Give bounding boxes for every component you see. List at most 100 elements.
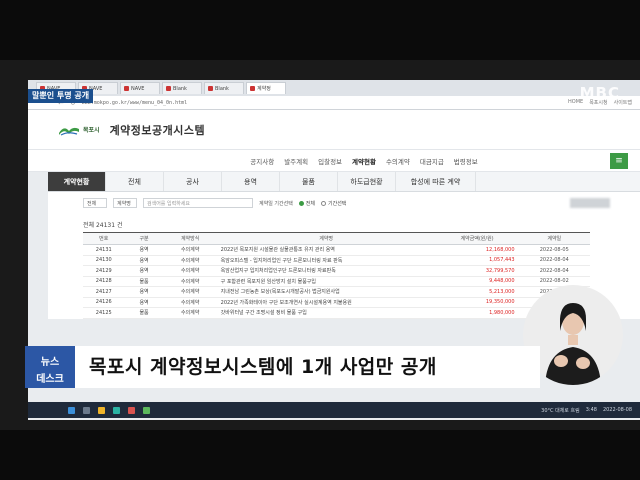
browser-tab[interactable]: NAVE [120,82,160,94]
result-count: 전체 24131 건 [48,214,640,232]
radio-all[interactable]: 전체 [298,200,315,207]
radio-checked-icon [298,200,304,206]
browser-tab-active[interactable]: 계약정 [246,82,286,94]
hamburger-icon[interactable]: ≡ [610,153,628,169]
cell-method: 수의계약 [163,286,217,298]
table-row[interactable]: 24127 용역 수의계약 지내전남 그린농촌 보상(목포도시개발공사) 법금지… [83,286,590,298]
tab-label: 계약정 [257,86,271,92]
search-input[interactable]: 검색어를 입력하세요 [143,198,253,208]
mokpo-logo-icon [59,127,79,136]
badge-line-1: 뉴스 [40,357,60,368]
cell-number: 24131 [83,244,125,256]
menu-item-private-contract[interactable]: 수의계약 [386,156,410,166]
site-title: 계약정보공개시스템 [109,123,206,137]
cell-number: 24130 [83,255,125,266]
cell-contract-name[interactable]: 갓바위터널 구간 조명시설 정비 물품 구입 [216,307,436,319]
cell-method: 수의계약 [163,244,217,256]
cell-amount: 19,350,000 [435,297,519,308]
cell-date: 2022-08-05 [518,244,590,256]
menu-item-payment[interactable]: 대금지급 [420,156,444,166]
windows-start-icon[interactable] [68,406,75,414]
address-bar: ← ↻ www.mokpo.go.kr/www/menu_04_0n.html … [28,96,640,110]
folder-icon[interactable] [98,406,105,414]
clock-time: 3:48 [585,407,597,413]
subtab-service[interactable]: 용역 [222,172,280,191]
cell-method: 수의계약 [163,297,217,308]
column-header: 계약명 [216,232,436,245]
logo-text: 목포시 [83,127,100,134]
subtab-construction[interactable]: 공사 [164,172,222,191]
cell-amount: 5,213,000 [435,286,519,298]
favicon-icon [250,86,255,91]
contract-table: 번호 구분 계약방식 계약명 계약금액(원/원) 계약일 24131 용역 수의… [83,232,590,319]
radio-label: 전체 [305,200,315,207]
category-select[interactable]: 전체 [83,198,107,208]
radio-unchecked-icon [321,200,326,206]
cell-method: 수의계약 [163,265,217,277]
field-select[interactable]: 계약명 [113,198,137,208]
cell-method: 수의계약 [163,276,217,287]
table-row[interactable]: 24125 물품 수의계약 갓바위터널 구간 조명시설 정비 물품 구입 1,9… [83,307,590,319]
search-icon[interactable] [83,406,90,414]
cell-type: 용역 [124,286,164,298]
subtab-combined[interactable]: 합성에 따른 계약 [396,172,476,191]
table-row[interactable]: 24131 용역 수의계약 2022년 목포지원 시설물관 실물관통조 유지 관… [83,244,590,256]
cell-amount: 32,799,570 [435,265,519,277]
cell-contract-name[interactable]: 구 포함관련 목포지원 임산방지 설치 물품구입 [216,276,436,287]
badge-line-2: 데스크 [36,374,64,385]
browser-tab[interactable]: Blank [204,82,244,94]
broadcaster-logo: MBC [579,84,620,102]
table-row[interactable]: 24128 물품 수의계약 구 포함관련 목포지원 임산방지 설치 물품구입 9… [83,276,590,287]
cell-contract-name[interactable]: 2022년 목포지원 시설물관 실물관통조 유지 관리 용역 [216,244,436,256]
news-caption: 목포시 계약정보시스템에 1개 사업만 공개 [75,346,540,388]
subtab-subcontract[interactable]: 하도급현황 [338,172,396,191]
browser-tab[interactable]: Blank [162,82,202,94]
news-desk-badge: 뉴스 데스크 [25,346,75,388]
cell-method: 수의계약 [163,307,217,319]
subtab-contract-status[interactable]: 계약현황 [48,172,106,191]
cell-date: 2022-08-04 [518,265,590,277]
cell-amount: 9,448,000 [435,276,519,287]
search-button[interactable] [570,198,610,208]
menu-item-bid-info[interactable]: 입찰정보 [318,156,342,166]
cell-number: 24128 [83,276,125,287]
cell-contract-name[interactable]: 지내전남 그린농촌 보상(목포도시개발공사) 법금지원사업 [216,286,436,298]
subtab-goods[interactable]: 물품 [280,172,338,191]
app-icon[interactable] [143,406,150,414]
cell-type: 용역 [124,265,164,277]
cell-contract-name[interactable]: 옥암오피스텔 - 입지처리업인 구단 드론모니터링 자료 판독 [216,255,436,266]
table-row[interactable]: 24129 용역 수의계약 옥암산업지구 입지처리업인구단 드론모니터링 자료판… [83,265,590,277]
cell-type: 용역 [124,297,164,308]
table-row[interactable]: 24130 용역 수의계약 옥암오피스텔 - 입지처리업인 구단 드론모니터링 … [83,255,590,266]
menu-item-law-info[interactable]: 법령정보 [454,156,478,166]
tab-label: Blank [173,85,187,92]
tab-label: NAVE [131,85,145,92]
cell-type: 용역 [124,244,164,256]
cell-contract-name[interactable]: 2022년 가족화테이아 구단 보조개연사 실시설계용역 지불용원 [216,297,436,308]
menu-item-order-plan[interactable]: 발주계획 [284,156,308,166]
column-header: 계약일 [518,232,590,245]
column-header: 구분 [124,232,164,245]
radio-label: 기간선택 [328,200,347,207]
cell-contract-name[interactable]: 옥암산업지구 입지처리업인구단 드론모니터링 자료판독 [216,265,436,277]
menu-item-contract-status[interactable]: 계약현황 [352,156,376,166]
clock-date: 2022-08-08 [602,407,632,413]
browser-tab-strip: NAVE NAVE NAVE Blank Blank 계약정 [28,80,640,96]
url-field[interactable]: www.mokpo.go.kr/www/menu_04_0n.html [82,100,187,106]
cell-amount: 1,057,443 [435,255,519,266]
app-icon[interactable] [128,406,135,414]
cell-date: 2022-08-04 [518,255,590,266]
radio-period[interactable]: 기간선택 [321,200,346,207]
search-filter: 전체 계약명 검색어를 입력하세요 계약일 기간선택 전체 기간선택 [48,192,640,214]
subtab-bar: 계약현황 전체 공사 용역 물품 하도급현황 합성에 따른 계약 [48,172,640,192]
site-header: 목포시 계약정보공개시스템 [28,110,640,150]
cell-number: 24127 [83,286,125,298]
menu-item-notice[interactable]: 공지사항 [250,156,274,166]
subtab-all[interactable]: 전체 [106,172,164,191]
favicon-icon [124,86,129,91]
table-row[interactable]: 24126 용역 수의계약 2022년 가족화테이아 구단 보조개연사 실시설계… [83,297,590,308]
site-logo[interactable]: 목포시 [58,123,100,137]
edge-browser-icon[interactable] [113,406,120,414]
cell-type: 용역 [124,255,164,266]
tab-label: Blank [215,85,229,92]
